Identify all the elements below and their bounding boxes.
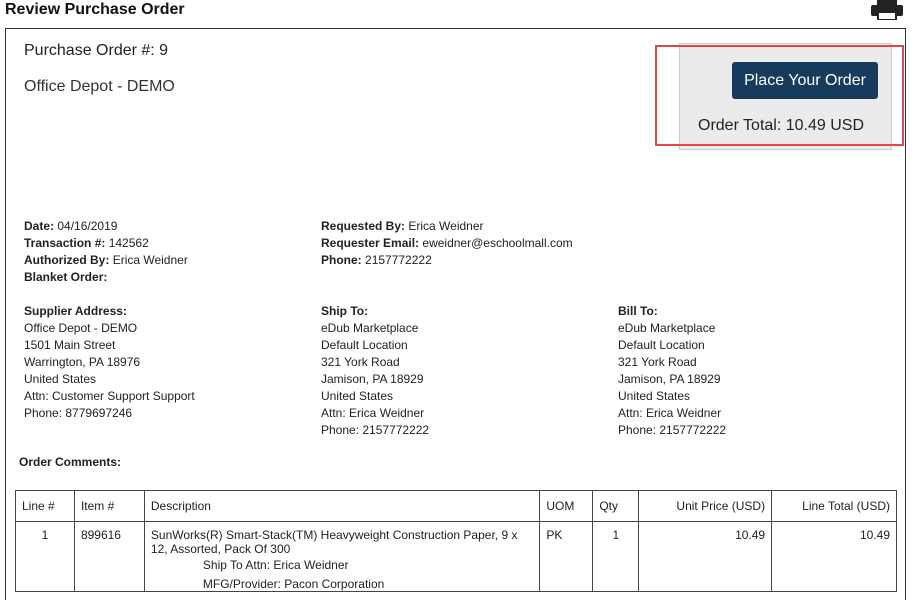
address-line: Default Location [321, 338, 408, 352]
po-number: Purchase Order #: 9 [24, 42, 169, 59]
ship-to-attn: Ship To Attn: Erica Weidner [202, 558, 349, 572]
requester-details: Requested By: Erica Weidner Requester Em… [321, 218, 573, 269]
supplier-name: Office Depot - DEMO [24, 78, 175, 95]
order-details: Date: 04/16/2019 Transaction #: 142562 A… [24, 218, 188, 286]
description-cell: SunWorks(R) Smart-Stack(TM) Heavyweight … [143, 521, 541, 592]
unit-price-value: 10.49 [638, 521, 773, 592]
address-line: Phone: 2157772222 [618, 423, 727, 437]
column-header-unit-price: Unit Price (USD) [638, 490, 773, 522]
column-header-qty: Qty [592, 490, 640, 522]
line-number: 1 [15, 521, 75, 592]
supplier-address: Supplier Address: Office Depot - DEMO 15… [24, 303, 195, 422]
address-line: Warrington, PA 18976 [24, 355, 141, 369]
address-line: Jamison, PA 18929 [321, 372, 424, 386]
date-row: Date: 04/16/2019 [24, 219, 118, 233]
address-line: eDub Marketplace [321, 321, 419, 335]
address-line: 321 York Road [618, 355, 697, 369]
table-row: 1 899616 SunWorks(R) Smart-Stack(TM) Hea… [15, 521, 897, 592]
column-header-uom: UOM [539, 490, 594, 522]
address-line: Jamison, PA 18929 [618, 372, 721, 386]
line-items-table: Line # Item # Description UOM Qty Unit P… [15, 490, 897, 592]
requested-value: Erica Weidner [408, 219, 484, 233]
column-header-line: Line # [15, 490, 75, 522]
address-line: Attn: Customer Support Support [24, 389, 195, 403]
column-header-description: Description [143, 490, 541, 522]
item-description: SunWorks(R) Smart-Stack(TM) Heavyweight … [150, 528, 518, 556]
address-line: United States [24, 372, 97, 386]
address-line: Phone: 2157772222 [321, 423, 430, 437]
address-line: eDub Marketplace [618, 321, 716, 335]
address-line: United States [618, 389, 691, 403]
authorized-row: Authorized By: Erica Weidner [24, 253, 188, 267]
address-line: Default Location [618, 338, 705, 352]
column-header-line-total: Line Total (USD) [771, 490, 897, 522]
address-line: Attn: Erica Weidner [618, 406, 722, 420]
ship-to-label: Ship To: [321, 304, 369, 318]
highlight-box [655, 45, 904, 146]
address-line: 1501 Main Street [24, 338, 116, 352]
blanket-row: Blanket Order: [24, 270, 108, 284]
email-value: eweidner@eschoolmall.com [422, 236, 573, 250]
column-header-item: Item # [73, 490, 145, 522]
bill-to-label: Bill To: [618, 304, 658, 318]
bill-to-address: Bill To: eDub Marketplace Default Locati… [618, 303, 726, 439]
uom-value: PK [539, 521, 594, 592]
qty-value: 1 [592, 521, 640, 592]
item-number: 899616 [73, 521, 145, 592]
email-row: Requester Email: eweidner@eschoolmall.co… [321, 236, 573, 250]
order-comments-label: Order Comments: [19, 455, 122, 469]
address-line: Attn: Erica Weidner [321, 406, 425, 420]
date-value: 04/16/2019 [57, 219, 118, 233]
page-title: Review Purchase Order [5, 1, 185, 18]
requested-row: Requested By: Erica Weidner [321, 219, 484, 233]
authorized-value: Erica Weidner [112, 253, 188, 267]
address-line: United States [321, 389, 394, 403]
supplier-address-label: Supplier Address: [24, 304, 127, 318]
print-icon[interactable] [868, 0, 906, 21]
table-header-row: Line # Item # Description UOM Qty Unit P… [15, 490, 897, 522]
line-total-value: 10.49 [771, 521, 897, 592]
mfg-provider: MFG/Provider: Pacon Corporation [202, 577, 385, 591]
address-line: Phone: 8779697246 [24, 406, 133, 420]
phone-value: 2157772222 [365, 253, 432, 267]
ship-to-address: Ship To: eDub Marketplace Default Locati… [321, 303, 429, 439]
transaction-value: 142562 [108, 236, 149, 250]
transaction-row: Transaction #: 142562 [24, 236, 149, 250]
address-line: 321 York Road [321, 355, 400, 369]
phone-row: Phone: 2157772222 [321, 253, 432, 267]
address-line: Office Depot - DEMO [24, 321, 138, 335]
